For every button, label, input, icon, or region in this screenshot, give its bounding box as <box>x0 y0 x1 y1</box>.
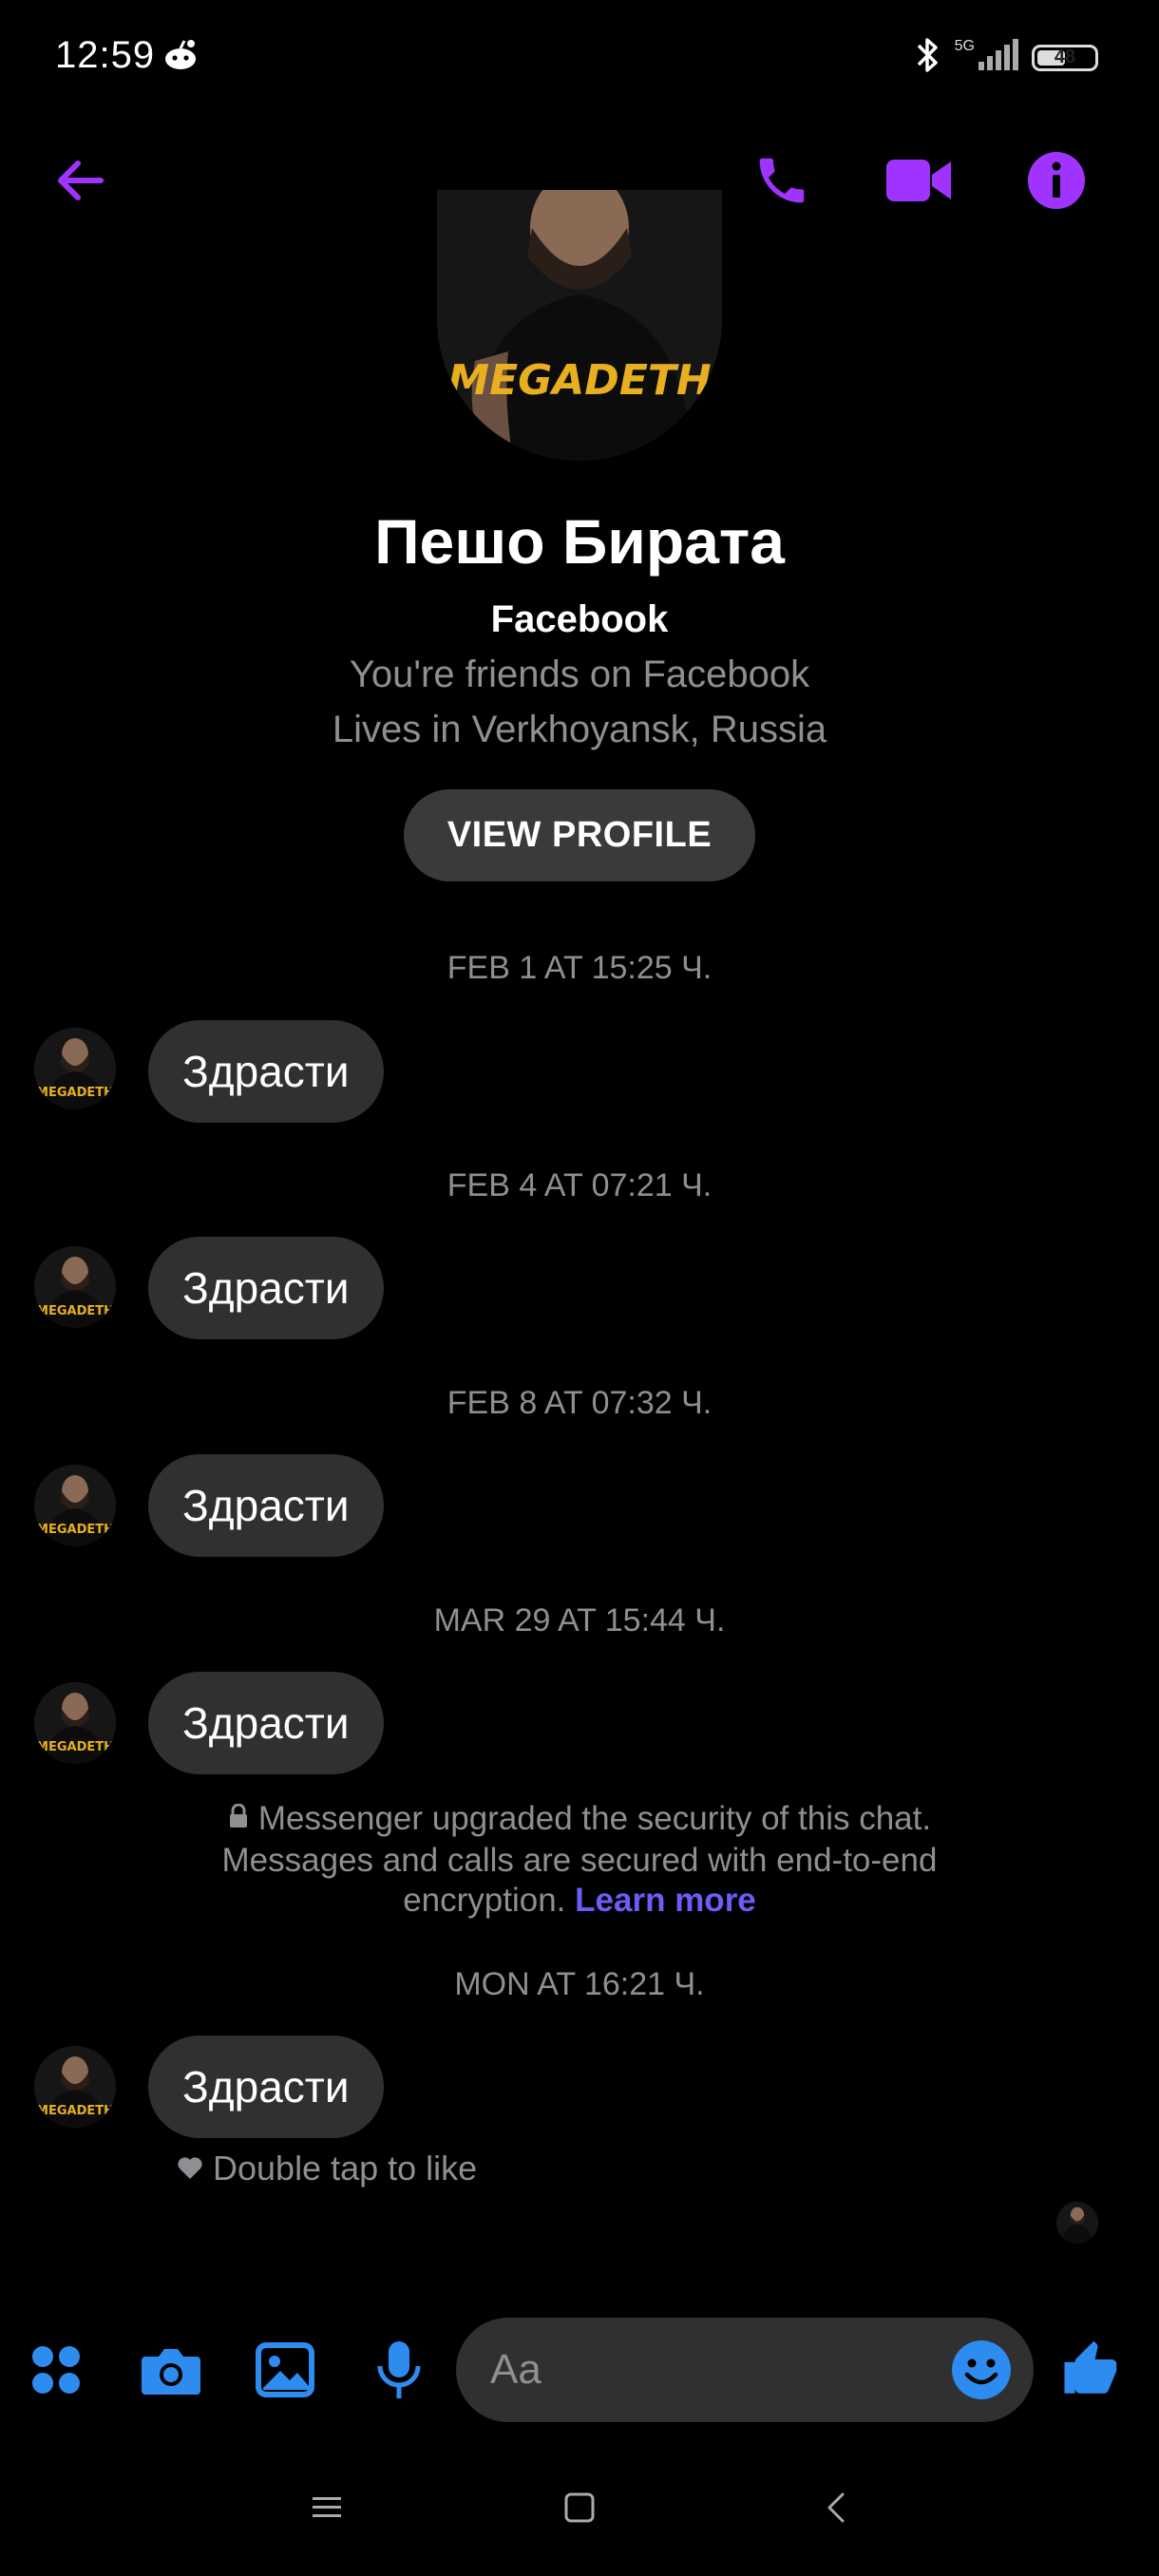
emoji-button[interactable] <box>950 2339 1013 2401</box>
video-call-button[interactable] <box>881 142 957 218</box>
gallery-icon <box>256 2342 314 2397</box>
read-receipt-avatar <box>1056 2202 1098 2244</box>
signal-icon <box>977 39 1018 76</box>
profile-location-line: Lives in Verkhoyansk, Russia <box>332 709 827 750</box>
sender-avatar[interactable]: MEGADETH <box>34 1028 116 1109</box>
svg-text:MEGADETH: MEGADETH <box>36 1523 114 1537</box>
video-camera-icon <box>886 160 951 201</box>
message-timestamp: MON AT 16:21 Ч. <box>454 1966 705 2002</box>
lock-icon <box>228 1798 249 1838</box>
microphone-icon <box>377 2341 421 2398</box>
message-timestamp: FEB 4 AT 07:21 Ч. <box>446 1167 712 1203</box>
svg-text:MEGADETH: MEGADETH <box>36 2104 114 2118</box>
security-notice-line2: Messages and calls are secured with end-… <box>221 1841 938 1879</box>
profile-name: Пешо Бирата <box>374 506 785 577</box>
home-icon <box>564 2492 595 2523</box>
security-notice-line3: encryption. <box>403 1881 566 1919</box>
voice-call-button[interactable] <box>744 142 820 218</box>
nav-back-button[interactable] <box>808 2479 864 2536</box>
message-bubble[interactable]: Здрасти <box>148 1237 384 1339</box>
profile-avatar[interactable]: MEGADETH <box>437 190 722 461</box>
svg-text:MEGADETH: MEGADETH <box>36 1740 114 1754</box>
message-input[interactable] <box>490 2318 908 2422</box>
message-bubble[interactable]: Здрасти <box>148 1454 384 1557</box>
learn-more-link[interactable]: Learn more <box>575 1882 756 1919</box>
battery-indicator: 48 <box>1032 44 1098 71</box>
security-notice-line1: Messenger upgraded the security of this … <box>257 1800 932 1837</box>
sender-avatar[interactable]: MEGADETH <box>34 2046 116 2128</box>
network-type: 5G <box>954 37 975 54</box>
svg-text:MEGADETH: MEGADETH <box>36 1304 114 1318</box>
svg-text:MEGADETH: MEGADETH <box>36 1086 114 1100</box>
status-bar: 12:59 5G 48 <box>0 0 1159 114</box>
system-nav-bar <box>0 2470 1159 2546</box>
gallery-button[interactable] <box>244 2329 326 2411</box>
profile-friends-line: You're friends on Facebook <box>349 653 810 695</box>
apps-button[interactable] <box>15 2329 97 2411</box>
sender-avatar[interactable]: MEGADETH <box>34 1246 116 1328</box>
like-button[interactable] <box>1050 2329 1131 2411</box>
double-tap-hint: Double tap to like <box>177 2149 477 2188</box>
message-timestamp: MAR 29 AT 15:44 Ч. <box>433 1602 726 1638</box>
conversation-info-button[interactable] <box>1018 142 1094 218</box>
reddit-notification-icon <box>162 38 200 77</box>
emoji-icon <box>952 2340 1011 2399</box>
nav-home-button[interactable] <box>551 2479 608 2536</box>
view-profile-button[interactable]: VIEW PROFILE <box>404 789 755 881</box>
double-tap-hint-label: Double tap to like <box>213 2149 478 2188</box>
phone-icon <box>759 158 805 203</box>
security-notice: Messenger upgraded the security of this … <box>133 1799 1026 1921</box>
message-bubble[interactable]: Здрасти <box>148 2036 384 2138</box>
menu-icon <box>313 2497 341 2517</box>
info-icon <box>1028 152 1085 209</box>
apps-grid-icon <box>32 2346 80 2394</box>
voice-message-button[interactable] <box>358 2329 440 2411</box>
message-bubble[interactable]: Здрасти <box>148 1020 384 1123</box>
status-time: 12:59 <box>55 34 156 76</box>
battery-level: 48 <box>1054 47 1076 67</box>
camera-button[interactable] <box>130 2329 212 2411</box>
svg-text:MEGADETH: MEGADETH <box>447 356 711 405</box>
thumbs-up-icon <box>1064 2340 1117 2394</box>
message-timestamp: FEB 1 AT 15:25 Ч. <box>446 950 712 986</box>
back-button[interactable] <box>42 142 118 218</box>
message-bubble[interactable]: Здрасти <box>148 1672 384 1774</box>
message-composer <box>0 2318 1159 2422</box>
arrow-left-icon <box>58 161 104 200</box>
camera-icon <box>142 2349 200 2395</box>
message-input-container <box>456 2318 1034 2422</box>
sender-avatar[interactable]: MEGADETH <box>34 1465 116 1546</box>
back-icon <box>827 2492 845 2523</box>
profile-source: Facebook <box>490 598 669 640</box>
message-timestamp: FEB 8 AT 07:32 Ч. <box>446 1385 712 1421</box>
nav-menu-button[interactable] <box>298 2479 355 2536</box>
sender-avatar[interactable]: MEGADETH <box>34 1682 116 1764</box>
bluetooth-icon <box>913 36 941 79</box>
heart-icon <box>177 2149 203 2188</box>
